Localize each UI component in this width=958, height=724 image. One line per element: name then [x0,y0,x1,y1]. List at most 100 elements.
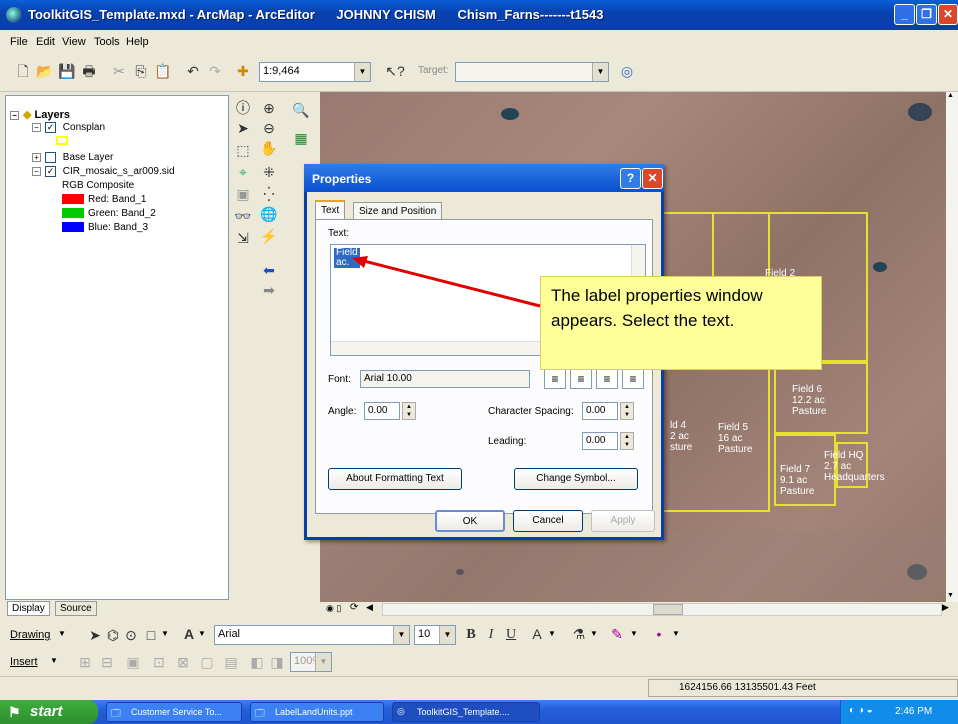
angle-spinner[interactable]: ▲ ▼ [402,402,416,420]
undo-icon[interactable]: ↶ [184,62,202,80]
chevron-down-icon[interactable]: ▼ [630,629,638,638]
dialog-title-bar[interactable]: Properties [304,164,664,192]
layer-checkbox[interactable]: ✓ [45,166,56,177]
align-right-icon[interactable]: ≡ [596,369,618,389]
angle-input[interactable]: 0.00 [364,402,400,420]
scroll-right-icon[interactable]: ▶ [942,602,949,613]
text-tool-icon[interactable]: A [180,625,198,643]
align-full-icon[interactable]: ≡ [622,369,644,389]
select-features-icon[interactable]: ⬚ [234,141,252,159]
zoom-out-icon[interactable]: ⊖ [260,119,278,137]
globe-full-extent-icon[interactable]: 🌐 [260,205,278,223]
print-icon[interactable]: 🖶 [80,62,98,80]
hyperlink-icon[interactable]: ⚡ [260,227,278,245]
add-data-icon[interactable]: ✚ [234,62,252,80]
rotate-icon[interactable]: ⌬ [104,626,122,644]
fixed-zoom-in-icon[interactable]: ⁜ [260,163,278,181]
cut-icon[interactable]: ✂ [110,62,128,80]
pan-hand-icon[interactable]: ✋ [260,139,278,157]
font-color-icon[interactable]: A [528,625,546,643]
char-spacing-spinner[interactable]: ▲ ▼ [620,402,634,420]
map-vertical-scrollbar[interactable]: ▲ ▼ [946,92,958,602]
find-binoculars-icon[interactable]: 👓 [234,207,252,225]
menu-edit[interactable]: Edit [36,36,55,48]
toc-root-row[interactable]: − ◆ Layers [10,108,70,121]
underline-button[interactable]: U [502,626,520,644]
layer-checkbox[interactable] [45,152,56,163]
chevron-down-icon[interactable]: ▼ [58,629,66,638]
align-left-icon[interactable]: ≡ [544,369,566,389]
data-view-icon[interactable]: ◉ ▯ [326,603,341,614]
tab-size-position[interactable]: Size and Position [353,202,443,220]
menu-tools[interactable]: Tools [94,36,120,48]
menu-view[interactable]: View [62,36,86,48]
leading-input[interactable]: 0.00 [582,432,618,450]
chevron-down-icon[interactable]: ▼ [672,629,680,638]
chevron-down-icon[interactable]: ▼ [439,626,455,644]
collapse-icon[interactable]: − [32,123,41,132]
menu-help[interactable]: Help [126,36,149,48]
chevron-down-icon[interactable]: ▼ [548,629,556,638]
tab-text[interactable]: Text [315,200,346,220]
layout-zoom-in-icon[interactable]: ⊞ [76,653,94,671]
redo-icon[interactable]: ↷ [206,62,224,80]
insert-menu[interactable]: Insert [10,656,38,668]
restore-button[interactable]: ❐ [916,4,937,25]
rectangle-icon[interactable]: □ [142,626,160,644]
target-layer-combo[interactable]: ▼ [455,62,609,82]
dialog-close-button[interactable]: ✕ [642,168,663,189]
toc-layer-consplan[interactable]: − ✓ Consplan [32,122,105,133]
layout-zoom-out-icon[interactable]: ⊟ [98,653,116,671]
tab-source[interactable]: Source [55,601,97,616]
drawing-menu[interactable]: Drawing [10,629,50,641]
save-icon[interactable]: 💾 [58,62,76,80]
marker-color-icon[interactable]: • [650,625,668,643]
forward-extent-icon[interactable]: ➡ [260,281,278,299]
expand-icon[interactable]: + [32,153,41,162]
scroll-left-icon[interactable]: ◀ [366,602,373,613]
minimize-button[interactable]: _ [894,4,915,25]
fixed-zoom-out-icon[interactable]: ⁛ [260,185,278,203]
collapse-icon[interactable]: − [32,167,41,176]
italic-button[interactable]: I [482,626,500,644]
close-window-button[interactable]: ✕ [938,4,958,25]
select-arrow-icon[interactable]: ➤ [234,119,252,137]
html-popup-icon[interactable]: ▣ [234,185,252,203]
zoom-percent-combo[interactable]: 100% ▼ [290,652,332,672]
collapse-icon[interactable]: − [10,110,19,120]
chevron-down-icon[interactable]: ▼ [315,653,331,671]
about-formatting-text-button[interactable]: About Formatting Text [328,468,462,490]
full-page-icon[interactable]: ▤ [222,653,240,671]
taskbar-item-arcmap[interactable]: ◎ ToolkitGIS_Template.... [392,702,540,722]
toc-layer-base[interactable]: + Base Layer [32,152,113,163]
refresh-icon[interactable]: ⟳ [350,602,358,613]
char-spacing-input[interactable]: 0.00 [582,402,618,420]
chevron-down-icon[interactable]: ▼ [161,629,169,638]
edit-tool-icon[interactable]: ⌖ [234,163,252,181]
apply-button[interactable]: Apply [591,510,655,532]
editor-sketch-icon[interactable]: ◎ [618,62,636,80]
scroll-up-icon[interactable]: ▲ [947,92,954,99]
georef-icon[interactable]: ▦ [292,129,310,147]
zoom-whole-page-icon[interactable]: ⊙ [122,626,140,644]
open-folder-icon[interactable]: 📂 [36,62,54,80]
zoom-in-icon[interactable]: ⊕ [260,99,278,117]
taskbar-item-customer-service[interactable]: 🗔 Customer Service To... [106,702,242,722]
map-horizontal-scrollbar[interactable] [382,603,942,616]
paste-icon[interactable]: 📋 [154,62,172,80]
leading-spinner[interactable]: ▲ ▼ [620,432,634,450]
font-name-combo[interactable]: Arial ▼ [214,625,410,645]
help-button[interactable]: ? [620,168,641,189]
line-color-icon[interactable]: ✎ [608,625,626,643]
copy-icon[interactable]: ⎘ [132,62,150,80]
ok-button[interactable]: OK [435,510,505,532]
fixed-zoom-icon[interactable]: ⊡ [150,653,168,671]
start-button[interactable]: ⚑ start [0,700,98,724]
layer-checkbox[interactable]: ✓ [45,122,56,133]
layout-pan-icon[interactable]: ▣ [124,653,142,671]
whole-page-icon[interactable]: ▢ [198,653,216,671]
whats-this-icon[interactable]: ↖? [384,62,406,80]
chevron-down-icon[interactable]: ▼ [590,629,598,638]
change-symbol-button[interactable]: Change Symbol... [514,468,638,490]
toc-layer-raster[interactable]: − ✓ CIR_mosaic_s_ar009.sid [32,166,175,177]
